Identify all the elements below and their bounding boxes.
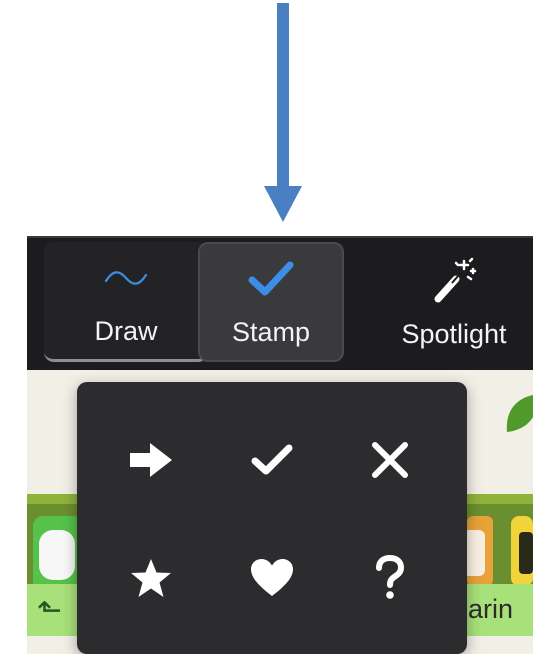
checkmark-icon bbox=[251, 444, 293, 475]
heart-icon bbox=[251, 559, 293, 596]
annotation-toolbar: Draw Stamp Spotlight bbox=[27, 236, 533, 370]
stamp-picker-popup bbox=[77, 382, 467, 654]
stamp-arrow-right[interactable] bbox=[111, 420, 191, 500]
stamp-star[interactable] bbox=[111, 538, 191, 618]
x-mark-icon bbox=[372, 442, 408, 478]
stamp-heart[interactable] bbox=[232, 538, 312, 618]
spotlight-tool-button[interactable]: Spotlight bbox=[379, 242, 529, 362]
wave-icon bbox=[104, 252, 148, 304]
checkmark-icon bbox=[247, 253, 295, 305]
spotlight-tool-label: Spotlight bbox=[401, 319, 507, 349]
magic-wand-icon bbox=[430, 255, 478, 307]
stamp-x-mark[interactable] bbox=[350, 420, 430, 500]
star-icon bbox=[131, 559, 171, 597]
stamp-question-mark[interactable] bbox=[350, 538, 430, 618]
stamp-tool-label: Stamp bbox=[231, 317, 311, 347]
stamp-tool-button[interactable]: Stamp bbox=[198, 242, 344, 362]
stamp-checkmark[interactable] bbox=[232, 420, 312, 500]
draw-tool-button[interactable]: Draw bbox=[44, 242, 208, 362]
leaf-icon bbox=[506, 395, 533, 432]
arrow-right-icon bbox=[130, 443, 172, 477]
curved-up-arrow-icon: ⬑ bbox=[37, 594, 63, 627]
question-mark-icon bbox=[376, 555, 404, 599]
draw-tool-label: Draw bbox=[94, 316, 158, 346]
callout-arrow bbox=[264, 3, 302, 222]
